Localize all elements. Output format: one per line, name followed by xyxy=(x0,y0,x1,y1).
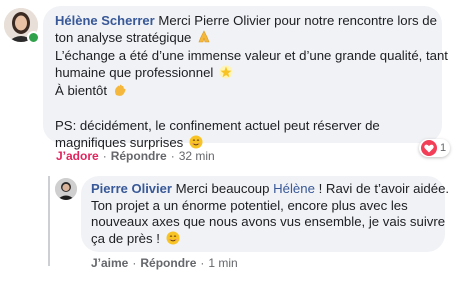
comment-bubble: Hélène Scherrer Merci Pierre Olivier pou… xyxy=(43,6,448,150)
comment-text-line: Merci Pierre Olivier pour notre rencontr… xyxy=(158,13,437,28)
reply-timestamp[interactable]: 1 min xyxy=(208,256,237,270)
comment-timestamp[interactable]: 32 min xyxy=(179,149,215,163)
reply-text-line: Ton projet a un énorme potentiel, encore… xyxy=(91,197,408,213)
waving-hand-icon xyxy=(113,83,127,102)
comment-text-line: ton analyse stratégique xyxy=(55,29,192,45)
reply-text-part: ! Ravi de t’avoir aidée. xyxy=(318,181,450,196)
mention-link[interactable]: Hélène xyxy=(273,181,315,196)
avatar-pierre[interactable] xyxy=(55,178,77,200)
reply-link[interactable]: Répondre xyxy=(111,149,167,163)
reply-bubble: Pierre Olivier Merci beaucoup Hélène ! R… xyxy=(81,176,449,252)
glowing-star-icon xyxy=(219,65,233,84)
reaction-count: 1 xyxy=(440,142,447,154)
thread-connector xyxy=(48,176,50,266)
comment-text-line: À bientôt xyxy=(55,83,108,98)
reaction-badge[interactable]: 1 xyxy=(419,139,451,157)
comment-text-line: PS: décidément, le confinement actuel pe… xyxy=(55,118,380,133)
comment-text-line: humaine que professionnel xyxy=(55,64,214,80)
reply-text-part: Merci beaucoup xyxy=(175,181,270,196)
reply-author[interactable]: Pierre Olivier xyxy=(91,181,172,196)
folded-hands-icon xyxy=(197,29,211,49)
comment-author[interactable]: Hélène Scherrer xyxy=(55,13,155,28)
comment-text-line: L’échange a été d’une immense valeur et … xyxy=(55,48,448,63)
comment-text-line: magnifiques surprises xyxy=(55,134,184,150)
smiling-face-icon xyxy=(166,231,180,250)
reply-actions: J’aime · Répondre · 1 min xyxy=(91,256,238,270)
heart-icon xyxy=(421,140,437,156)
reply-link[interactable]: Répondre xyxy=(140,256,196,270)
reply-text-line: ça de près ! xyxy=(91,230,160,246)
online-status-dot xyxy=(27,31,40,44)
like-link[interactable]: J’aime xyxy=(91,256,128,270)
comment-actions: J’adore · Répondre · 32 min xyxy=(56,149,215,163)
love-reaction-link[interactable]: J’adore xyxy=(56,149,99,163)
reply-text-line: nouveaux axes que nous avons vus ensembl… xyxy=(91,214,446,229)
